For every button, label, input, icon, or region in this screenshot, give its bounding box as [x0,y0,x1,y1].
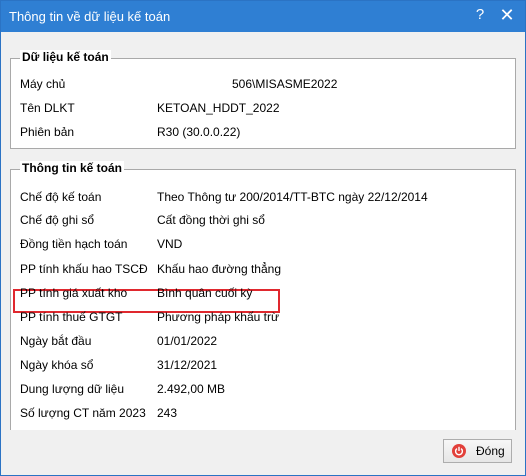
dialog-footer: Đóng [1,430,525,475]
row-inventory-costing-label: PP tính giá xuất kho [20,286,128,300]
row-server-label: Máy chủ [20,77,66,91]
row-voucher-count-value: 243 [157,406,178,420]
row-accounting-regime: Chế độ kế toán Theo Thông tư 200/2014/TT… [20,190,506,206]
row-posting-mode-label: Chế độ ghi sổ [20,213,95,227]
row-data-size: Dung lượng dữ liệu 2.492,00 MB [20,382,506,398]
row-voucher-count: Số lượng CT năm 2023 243 [20,406,506,422]
row-version: Phiên bản R30 (30.0.0.22) [20,125,506,141]
group-accounting-info: Thông tin kế toán Chế độ kế toán Theo Th… [10,161,516,433]
row-posting-mode: Chế độ ghi sổ Cất đồng thời ghi sổ [20,213,506,229]
title-bar[interactable]: Thông tin về dữ liệu kế toán ? ✕ [1,1,525,32]
row-inventory-costing-value: Bình quân cuối kỳ [157,286,253,300]
row-posting-mode-value: Cất đồng thời ghi sổ [157,213,265,227]
row-lock-date-label: Ngày khóa sổ [20,358,94,372]
close-button-label: Đóng [476,444,505,458]
row-lock-date-value: 31/12/2021 [157,358,218,372]
row-depreciation-value: Khấu hao đường thẳng [157,262,282,276]
row-depreciation: PP tính khấu hao TSCĐ Khấu hao đường thẳ… [20,262,506,278]
help-icon[interactable]: ? [471,6,489,26]
group-accounting-data: Dữ liệu kế toán Máy chủ 506\MISASME2022 … [10,50,516,149]
row-accounting-regime-value: Theo Thông tư 200/2014/TT-BTC ngày 22/12… [157,190,428,204]
window-title: Thông tin về dữ liệu kế toán [9,9,171,24]
info-dialog: Thông tin về dữ liệu kế toán ? ✕ Dữ liệu… [0,0,526,476]
row-lock-date: Ngày khóa sổ 31/12/2021 [20,358,506,374]
row-currency-value: VND [157,237,183,251]
group-accounting-data-title: Dữ liệu kế toán [20,50,111,64]
row-start-date-value: 01/01/2022 [157,334,218,348]
row-vat-method: PP tính thuế GTGT Phương pháp khấu trừ [20,310,506,326]
row-db-name-value: KETOAN_HDDT_2022 [157,101,280,115]
row-start-date-label: Ngày bắt đầu [20,334,92,348]
close-button[interactable]: Đóng [443,439,512,463]
row-server-value: 506\MISASME2022 [232,77,338,91]
row-db-name: Tên DLKT KETOAN_HDDT_2022 [20,101,506,117]
row-start-date: Ngày bắt đầu 01/01/2022 [20,334,506,350]
row-voucher-count-label: Số lượng CT năm 2023 [20,406,146,420]
row-depreciation-label: PP tính khấu hao TSCĐ [20,262,148,276]
row-currency: Đồng tiền hạch toán VND [20,237,506,253]
row-currency-label: Đồng tiền hạch toán [20,237,128,251]
row-inventory-costing: PP tính giá xuất kho Bình quân cuối kỳ [20,286,506,302]
close-icon[interactable]: ✕ [497,5,517,27]
row-db-name-label: Tên DLKT [20,101,75,115]
row-server: Máy chủ 506\MISASME2022 [20,77,506,93]
row-accounting-regime-label: Chế độ kế toán [20,190,102,204]
row-data-size-label: Dung lượng dữ liệu [20,382,124,396]
row-version-label: Phiên bản [20,125,75,139]
row-version-value: R30 (30.0.0.22) [157,125,241,139]
group-accounting-info-title: Thông tin kế toán [20,161,124,175]
power-icon [452,444,466,458]
row-data-size-value: 2.492,00 MB [157,382,226,396]
row-vat-method-label: PP tính thuế GTGT [20,310,123,324]
row-vat-method-value: Phương pháp khấu trừ [157,310,280,324]
